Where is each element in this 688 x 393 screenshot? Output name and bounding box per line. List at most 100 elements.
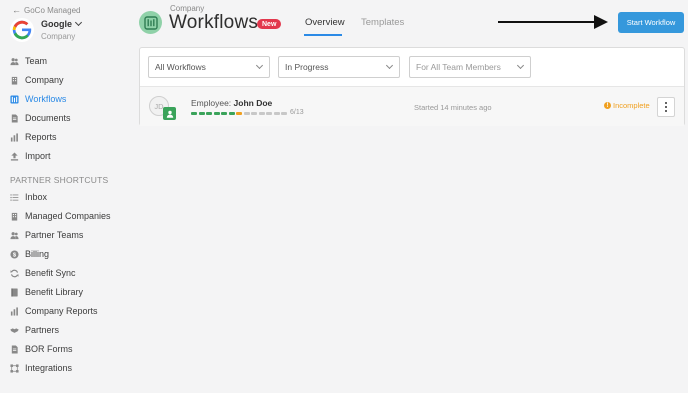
sync-icon	[10, 269, 19, 278]
sidebar-item-benefit-sync[interactable]: Benefit Sync	[10, 267, 76, 279]
arrow-left-icon: ←	[12, 5, 21, 15]
sidebar-item-label: BOR Forms	[25, 344, 73, 354]
sidebar-item-label: Benefit Library	[25, 287, 84, 297]
list-icon	[10, 193, 19, 202]
document-icon	[10, 344, 19, 354]
tab-templates[interactable]: Templates	[361, 17, 404, 28]
page-title: Workflows	[169, 12, 259, 33]
status-label: Incomplete	[613, 101, 650, 110]
chevron-down-icon	[74, 18, 83, 27]
chevron-down-icon	[516, 61, 525, 70]
sidebar-item-partner-teams[interactable]: Partner Teams	[10, 229, 83, 241]
people-icon	[10, 57, 19, 66]
building-icon	[10, 76, 19, 85]
sidebar-item-managed-companies[interactable]: Managed Companies	[10, 210, 111, 222]
progress-segment	[228, 112, 235, 115]
progress-segment	[236, 112, 242, 115]
select-value: All Workflows	[155, 62, 206, 72]
company-switcher[interactable]: Google Company	[10, 18, 83, 42]
sidebar-item-label: Benefit Sync	[25, 268, 76, 278]
progress-bar	[191, 112, 287, 115]
new-badge: New	[257, 19, 282, 29]
section-label-partner-shortcuts: PARTNER SHORTCUTS	[10, 175, 109, 185]
progress-segment	[258, 112, 265, 115]
sidebar-item-documents[interactable]: Documents	[10, 112, 71, 124]
tab-overview[interactable]: Overview	[305, 17, 345, 28]
sidebar-item-team[interactable]: Team	[10, 55, 47, 67]
bar-chart-icon	[10, 132, 19, 142]
annotation-arrow-line	[498, 21, 598, 23]
google-logo-icon	[10, 18, 34, 42]
company-name: Google	[41, 19, 72, 29]
handshake-icon	[10, 326, 19, 335]
status-select[interactable]: In Progress	[278, 56, 400, 78]
active-tab-indicator	[304, 34, 342, 36]
sidebar-item-label: Partner Teams	[25, 230, 84, 240]
progress-segment	[191, 112, 197, 115]
progress-segment	[206, 112, 212, 115]
kebab-dot	[664, 105, 668, 109]
company-subtitle: Company	[41, 32, 76, 41]
sidebar-item-label: Partners	[25, 325, 60, 335]
book-icon	[10, 287, 19, 297]
employee-prefix: Employee:	[191, 98, 232, 108]
kebab-dot	[664, 109, 668, 112]
sidebar-item-label: Team	[25, 56, 48, 66]
sidebar-item-label: Integrations	[25, 363, 73, 373]
progress-segment	[221, 112, 227, 115]
people-icon	[10, 231, 19, 240]
workflow-type-select[interactable]: All Workflows	[148, 56, 270, 78]
employee-name: John Doe	[233, 98, 273, 108]
building-icon	[10, 212, 19, 221]
sidebar-item-partners[interactable]: Partners	[10, 324, 59, 336]
sidebar-item-label: Billing	[25, 249, 50, 259]
start-workflow-button[interactable]: Start Workflow	[618, 12, 684, 33]
chevron-down-icon	[385, 61, 394, 70]
select-value: For All Team Members	[416, 62, 501, 72]
sidebar-item-label: Import	[25, 151, 51, 161]
person-icon	[163, 107, 176, 120]
document-icon	[10, 113, 19, 123]
team-members-select[interactable]: For All Team Members	[409, 56, 531, 78]
sidebar-item-reports[interactable]: Reports	[10, 131, 57, 143]
started-time: Started 14 minutes ago	[414, 103, 492, 112]
sidebar-item-label: Inbox	[25, 192, 48, 202]
progress-segment	[251, 112, 257, 115]
sidebar-item-billing[interactable]: $ Billing	[10, 248, 49, 260]
sidebar-item-label: Company	[25, 75, 64, 85]
sidebar-item-label: Company Reports	[25, 306, 98, 316]
sidebar-item-company[interactable]: Company	[10, 74, 64, 86]
sidebar-item-import[interactable]: Import	[10, 150, 51, 162]
bar-chart-icon	[10, 306, 19, 316]
sidebar-item-company-reports[interactable]: Company Reports	[10, 305, 98, 317]
status-badge: ! Incomplete	[604, 101, 650, 110]
back-link-label: GoCo Managed	[24, 5, 81, 15]
workflows-logo-icon	[139, 11, 162, 34]
sidebar: ← GoCo Managed Google Company Team Compa…	[0, 0, 128, 393]
sidebar-item-integrations[interactable]: Integrations	[10, 362, 72, 374]
sidebar-item-workflows[interactable]: Workflows	[10, 93, 66, 105]
sidebar-item-bor-forms[interactable]: BOR Forms	[10, 343, 73, 355]
employee-label[interactable]: Employee: John Doe	[191, 98, 272, 108]
chevron-down-icon	[255, 61, 264, 70]
sidebar-item-inbox[interactable]: Inbox	[10, 191, 47, 203]
progress-count: 6/13	[290, 109, 304, 116]
dollar-icon: $	[10, 249, 19, 259]
progress-segment	[281, 112, 287, 115]
upload-icon	[10, 151, 19, 161]
progress-segment	[273, 112, 280, 115]
back-link[interactable]: ← GoCo Managed	[12, 5, 80, 15]
workflow-icon	[10, 94, 19, 104]
more-options-button[interactable]	[657, 97, 675, 117]
kebab-dot	[664, 102, 668, 105]
progress-segment	[198, 112, 205, 115]
progress-segment	[213, 112, 220, 115]
workflows-panel: All Workflows In Progress For All Team M…	[139, 47, 685, 126]
progress-segment	[266, 112, 272, 115]
workflow-row[interactable]: JD Employee: John Doe 6/13 Started 14 mi…	[140, 87, 684, 126]
sidebar-item-label: Documents	[25, 113, 71, 123]
integration-icon	[10, 363, 19, 373]
arrow-right-icon	[594, 15, 608, 29]
sidebar-item-benefit-library[interactable]: Benefit Library	[10, 286, 83, 298]
sidebar-item-label: Workflows	[25, 94, 67, 104]
